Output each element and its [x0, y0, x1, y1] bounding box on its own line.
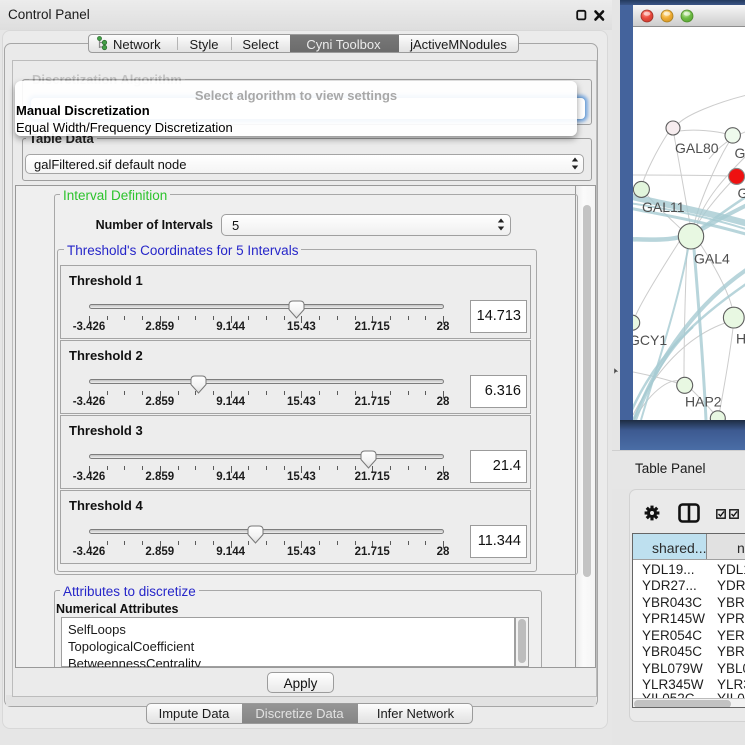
- svg-text:GCY1: GCY1: [633, 332, 667, 348]
- svg-text:H: H: [736, 331, 745, 347]
- svg-text:G: G: [738, 185, 745, 201]
- svg-text:GAL11: GAL11: [642, 199, 685, 215]
- svg-text:GAL80: GAL80: [675, 140, 719, 156]
- svg-text:GAL4: GAL4: [694, 251, 730, 267]
- svg-text:HAP2: HAP2: [685, 394, 722, 410]
- svg-text:G.: G.: [735, 145, 745, 161]
